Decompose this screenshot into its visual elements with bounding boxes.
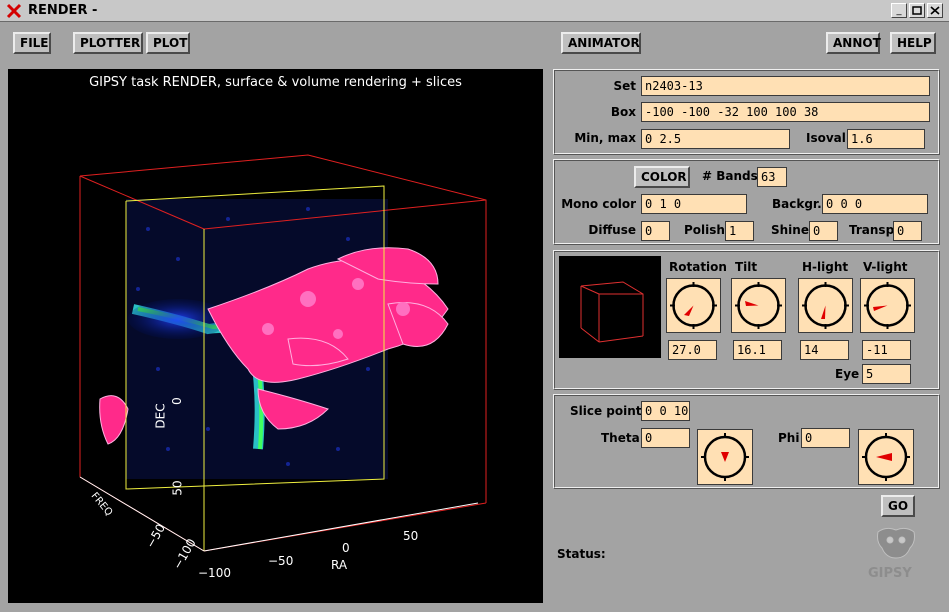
hlight-label: H-light <box>802 260 849 274</box>
window-title: RENDER - <box>28 3 98 18</box>
orientation-panel: Rotation Tilt H-light V-light 27.0 16.1 … <box>553 250 940 390</box>
polish-label: Polish <box>684 223 725 237</box>
volume-rendering <box>79 154 487 552</box>
ra-tick: −50 <box>268 554 294 568</box>
set-label: Set <box>613 79 636 93</box>
maximize-button[interactable] <box>909 3 925 18</box>
dec-tick: 50 <box>170 480 185 496</box>
tilt-label: Tilt <box>735 260 758 274</box>
close-icon <box>930 6 940 15</box>
rotation-dial[interactable] <box>666 278 721 333</box>
ra-axis-label: RA <box>331 558 348 572</box>
minmax-label: Min, max <box>574 131 636 145</box>
dial-icon <box>802 282 849 329</box>
phi-field[interactable]: 0 <box>801 428 850 448</box>
rotation-field[interactable]: 27.0 <box>668 340 717 360</box>
slice-panel: Slice point: 0 0 10 Theta 0 Phi 0 <box>553 394 940 489</box>
ra-tick: 0 <box>342 541 350 555</box>
ra-tick: −100 <box>198 566 231 580</box>
hlight-dial[interactable] <box>798 278 853 333</box>
shine-field[interactable]: 0 <box>809 221 838 241</box>
dial-icon <box>862 433 910 481</box>
minimize-button[interactable]: _ <box>891 3 907 18</box>
minmax-field[interactable]: 0 2.5 <box>641 129 790 149</box>
theta-field[interactable]: 0 <box>641 428 690 448</box>
plot-button[interactable]: PLOT <box>146 32 190 54</box>
bands-field[interactable]: 63 <box>757 167 787 187</box>
dial-icon <box>670 282 717 329</box>
help-button[interactable]: HELP <box>890 32 936 54</box>
rotation-label: Rotation <box>669 260 727 274</box>
phi-dial[interactable] <box>858 429 914 485</box>
dial-icon <box>864 282 911 329</box>
annot-button[interactable]: ANNOT <box>826 32 881 54</box>
x-window-icon[interactable] <box>6 3 22 19</box>
eye-field[interactable]: 5 <box>862 364 911 384</box>
menu-bar: FILE PLOTTER PLOT ANIMATOR ANNOT HELP <box>0 22 949 64</box>
dial-icon <box>735 282 782 329</box>
isoval-field[interactable]: 1.6 <box>847 129 925 149</box>
color-button[interactable]: COLOR <box>634 166 690 188</box>
diffuse-label: Diffuse <box>588 223 636 237</box>
eye-label: Eye <box>835 367 860 381</box>
theta-dial[interactable] <box>697 429 753 485</box>
vlight-label: V-light <box>863 260 908 274</box>
maximize-icon <box>912 6 922 15</box>
dec-axis-label: DEC <box>153 403 168 429</box>
close-button[interactable] <box>927 3 943 18</box>
render-canvas[interactable]: GIPSY task RENDER, surface & volume rend… <box>8 69 543 603</box>
status-label: Status: <box>557 547 606 561</box>
hlight-field[interactable]: 14 <box>800 340 849 360</box>
isoval-label: Isoval <box>806 131 846 145</box>
set-panel: Set n2403-13 Box -100 -100 -32 100 100 3… <box>553 69 940 155</box>
box-field[interactable]: -100 -100 -32 100 100 38 <box>641 102 930 122</box>
set-field[interactable]: n2403-13 <box>641 76 930 96</box>
box-label: Box <box>610 105 636 119</box>
transp-label: Transp. <box>849 223 899 237</box>
shine-label: Shine <box>771 223 809 237</box>
cube-preview[interactable] <box>559 256 661 358</box>
tilt-dial[interactable] <box>731 278 786 333</box>
animator-button[interactable]: ANIMATOR <box>561 32 641 54</box>
diffuse-field[interactable]: 0 <box>641 221 670 241</box>
ra-tick: 50 <box>403 529 419 543</box>
polish-field[interactable]: 1 <box>725 221 754 241</box>
go-button[interactable]: GO <box>881 495 915 517</box>
vlight-field[interactable]: -11 <box>862 340 911 360</box>
mono-color-field[interactable]: 0 1 0 <box>641 194 747 214</box>
title-bar: RENDER - _ <box>0 0 949 22</box>
transp-field[interactable]: 0 <box>893 221 922 241</box>
mono-color-label: Mono color <box>561 197 636 211</box>
dial-icon <box>701 433 749 481</box>
phi-label: Phi <box>778 431 800 445</box>
backgr-label: Backgr. <box>772 197 822 211</box>
slice-point-field[interactable]: 0 0 10 <box>641 401 690 421</box>
slice-point-label: Slice point: <box>570 404 647 418</box>
tilt-field[interactable]: 16.1 <box>733 340 782 360</box>
color-panel: COLOR # Bands 63 Mono color 0 1 0 Backgr… <box>553 159 940 245</box>
plotter-button[interactable]: PLOTTER <box>73 32 143 54</box>
gipsy-logo-text: GIPSY <box>868 566 912 581</box>
theta-label: Theta <box>601 431 640 445</box>
bands-label: # Bands <box>702 169 758 183</box>
file-button[interactable]: FILE <box>13 32 51 54</box>
dec-tick: 0 <box>169 397 184 405</box>
backgr-field[interactable]: 0 0 0 <box>822 194 928 214</box>
vlight-dial[interactable] <box>860 278 915 333</box>
